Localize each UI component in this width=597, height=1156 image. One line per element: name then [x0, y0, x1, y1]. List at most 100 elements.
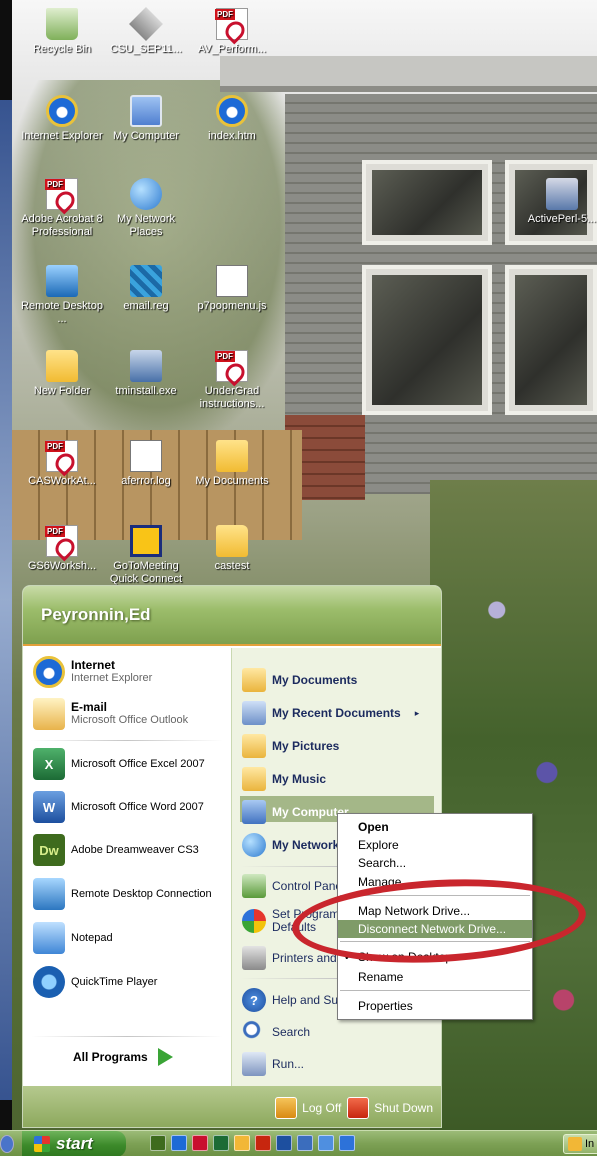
dreamweaver-icon[interactable]: [150, 1135, 166, 1151]
network-icon[interactable]: [297, 1135, 313, 1151]
internet-explorer-icon: [46, 95, 78, 127]
recent-documents-icon: [242, 701, 266, 725]
recent-quicktime[interactable]: QuickTime Player: [33, 966, 157, 998]
taskbar: start In: [0, 1130, 597, 1156]
network-places-icon: [130, 178, 162, 210]
recent-dreamweaver[interactable]: Dw Adobe Dreamweaver CS3: [33, 834, 199, 866]
acrobat-icon: [45, 178, 78, 210]
pdf-icon: [215, 8, 248, 40]
left-edge-window: [0, 100, 12, 1100]
internet-explorer-icon: [216, 95, 248, 127]
desktop-icon-recycle-bin[interactable]: Recycle Bin: [20, 8, 104, 56]
place-my-computer[interactable]: My Computer: [242, 800, 349, 824]
desktop-icon-my-documents[interactable]: My Documents: [190, 440, 274, 488]
background-window: [362, 265, 492, 415]
package-icon: [129, 7, 163, 41]
desktop-icon-remote-desktop[interactable]: Remote Desktop ...: [20, 265, 104, 326]
background-window: [362, 160, 492, 245]
desktop-icon-acrobat[interactable]: Adobe Acrobat 8 Professional: [20, 178, 104, 239]
desktop-icon-my-computer[interactable]: My Computer: [104, 95, 188, 143]
user-name: Peyronnin,Ed: [41, 605, 151, 624]
excel-icon[interactable]: [213, 1135, 229, 1151]
desktop-icon-aferror-log[interactable]: aferror.log: [104, 440, 188, 488]
menu-search[interactable]: Search...: [338, 854, 532, 872]
taskbar-task-button[interactable]: In: [563, 1134, 597, 1154]
place-my-music[interactable]: My Music: [242, 767, 326, 791]
text-file-icon: [130, 440, 162, 472]
internet-explorer-icon: [33, 656, 65, 688]
registry-file-icon: [130, 265, 162, 297]
browser-icon[interactable]: [318, 1135, 334, 1151]
place-my-recent-documents[interactable]: My Recent Documents ▸: [242, 701, 419, 725]
my-music-icon: [242, 767, 266, 791]
word-icon[interactable]: [276, 1135, 292, 1151]
help-icon: ?: [242, 988, 266, 1012]
all-programs-button[interactable]: All Programs: [73, 1048, 173, 1066]
powerpoint-icon[interactable]: [255, 1135, 271, 1151]
desktop-icon-new-folder[interactable]: New Folder: [20, 350, 104, 398]
desktop-icon-castest[interactable]: castest: [190, 525, 274, 573]
network-places-icon: [242, 833, 266, 857]
pdf-icon: [45, 525, 78, 557]
place-my-documents[interactable]: My Documents: [242, 668, 357, 692]
desktop-icon-my-network-places[interactable]: My Network Places: [104, 178, 188, 239]
start-button[interactable]: start: [22, 1131, 126, 1156]
background-roof: [220, 56, 597, 86]
desktop-icon-email-reg[interactable]: email.reg: [104, 265, 188, 313]
system-run[interactable]: Run...: [242, 1052, 304, 1076]
log-off-button[interactable]: Log Off: [275, 1096, 341, 1119]
system-search[interactable]: Search: [242, 1020, 310, 1044]
desktop-icon-casworkat[interactable]: CASWorkAt...: [20, 440, 104, 488]
desktop-icon-av-perform[interactable]: AV_Perform...: [190, 8, 274, 56]
separator: [31, 740, 223, 741]
desktop-icon-csu-sep[interactable]: CSU_SEP11...: [104, 7, 188, 56]
separator: [31, 1036, 223, 1037]
shut-down-button[interactable]: Shut Down: [347, 1096, 433, 1119]
menu-rename[interactable]: Rename: [338, 968, 532, 986]
acrobat-icon[interactable]: [192, 1135, 208, 1151]
pinned-internet[interactable]: Internet Internet Explorer: [33, 656, 152, 688]
excel-icon: X: [33, 748, 65, 780]
menu-open[interactable]: Open: [338, 818, 532, 836]
menu-explore[interactable]: Explore: [338, 836, 532, 854]
control-panel-icon: [242, 874, 266, 898]
program-access-icon: [242, 909, 266, 933]
dreamweaver-icon: Dw: [33, 834, 65, 866]
remote-desktop-icon: [46, 265, 78, 297]
recent-remote-desktop[interactable]: Remote Desktop Connection: [33, 878, 212, 910]
desktop-icon-gotomeeting[interactable]: GoToMeeting Quick Connect: [104, 525, 188, 586]
folder-icon: [216, 525, 248, 557]
recent-excel[interactable]: X Microsoft Office Excel 2007: [33, 748, 205, 780]
submenu-arrow-icon: ▸: [414, 707, 420, 718]
installer-icon: [546, 178, 578, 210]
recent-notepad[interactable]: Notepad: [33, 922, 113, 954]
quicktime-icon: [33, 966, 65, 998]
my-pictures-icon: [242, 734, 266, 758]
desktop-icon-p7popmenu[interactable]: p7popmenu.js: [190, 265, 274, 313]
desktop-icon-tminstall[interactable]: tminstall.exe: [104, 350, 188, 398]
taskbar-edge-icon: [0, 1135, 14, 1153]
menu-properties[interactable]: Properties: [338, 997, 532, 1015]
place-my-pictures[interactable]: My Pictures: [242, 734, 339, 758]
word-icon: W: [33, 791, 65, 823]
recent-word[interactable]: W Microsoft Office Word 2007: [33, 791, 204, 823]
media-icon[interactable]: [339, 1135, 355, 1151]
windows-flag-icon: [34, 1136, 50, 1152]
desktop-icon-index-htm[interactable]: index.htm: [190, 95, 274, 143]
desktop-icon-undergrad[interactable]: UnderGrad instructions...: [190, 350, 274, 411]
my-computer-icon: [242, 800, 266, 824]
remote-desktop-icon: [33, 878, 65, 910]
outlook-icon[interactable]: [234, 1135, 250, 1151]
my-documents-icon: [242, 668, 266, 692]
internet-explorer-icon[interactable]: [171, 1135, 187, 1151]
script-file-icon: [216, 265, 248, 297]
quick-launch: [150, 1135, 355, 1151]
folder-icon: [568, 1137, 582, 1151]
system-control-panel[interactable]: Control Panel: [242, 874, 345, 898]
desktop-icon-activeperl[interactable]: ActivePerl-5...: [520, 178, 597, 226]
pinned-email[interactable]: E-mail Microsoft Office Outlook: [33, 698, 188, 730]
installer-icon: [130, 350, 162, 382]
desktop-icon-internet-explorer[interactable]: Internet Explorer: [20, 95, 104, 143]
desktop-icon-gs6worksh[interactable]: GS6Worksh...: [20, 525, 104, 573]
search-icon: [242, 1020, 266, 1044]
